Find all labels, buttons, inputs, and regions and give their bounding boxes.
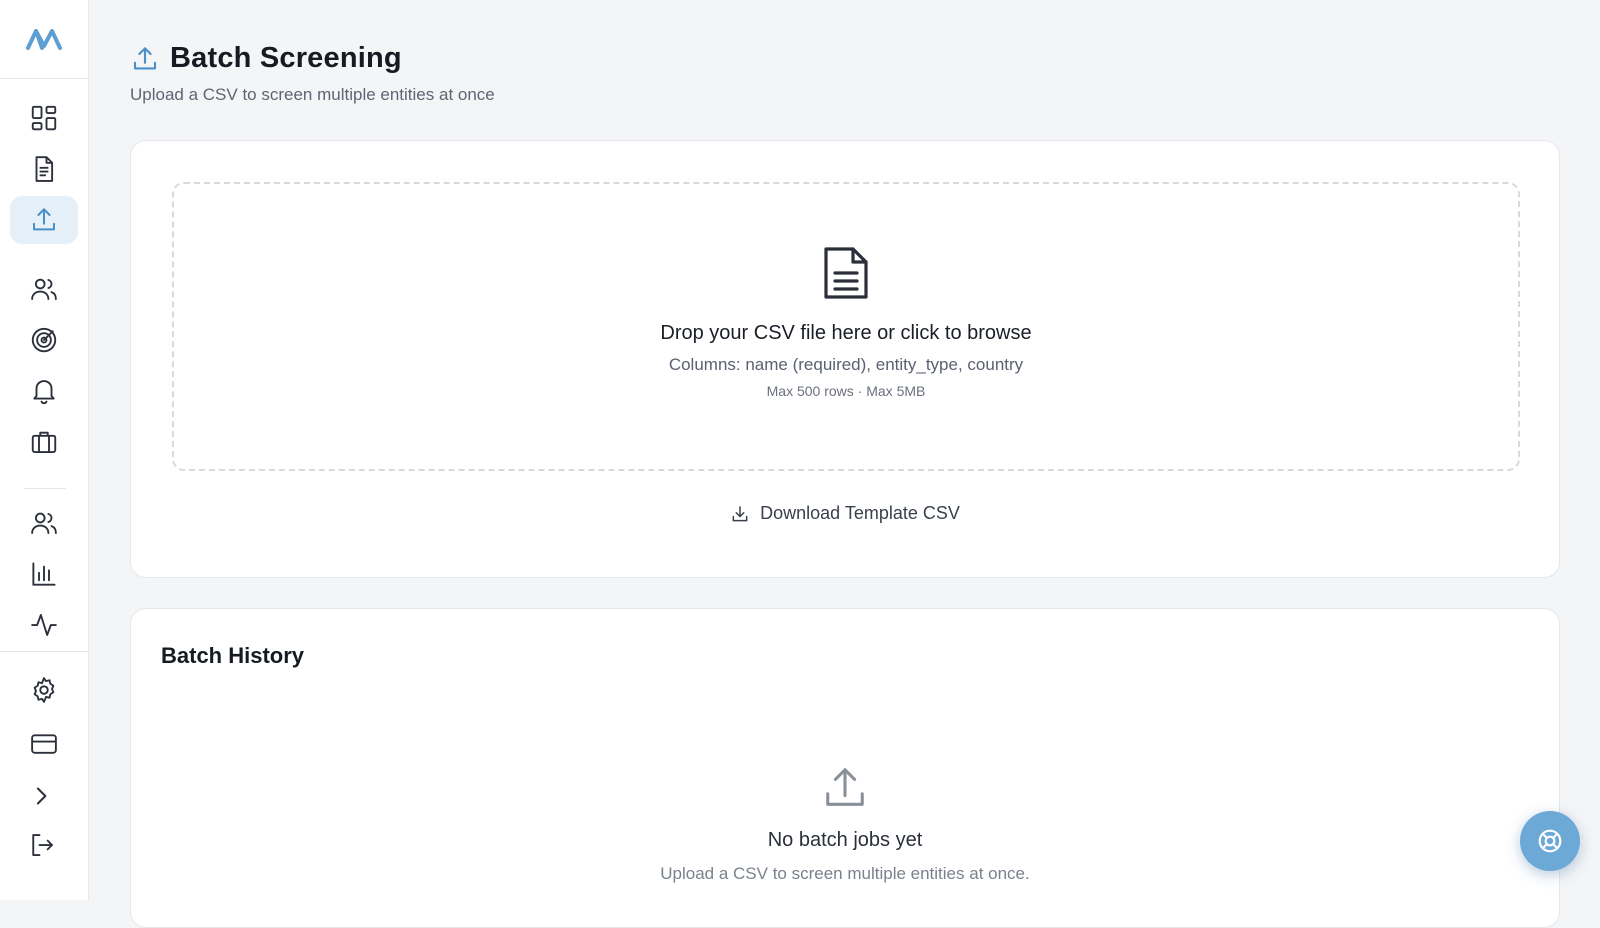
team-icon (31, 512, 57, 534)
chevron-right-icon (36, 787, 47, 805)
dropzone-limits-hint: Max 500 rows · Max 5MB (766, 383, 926, 399)
empty-state: No batch jobs yet Upload a CSV to screen… (131, 765, 1559, 884)
page-title: Batch Screening (170, 42, 402, 74)
sidebar-divider (24, 488, 66, 489)
bar-chart-icon (32, 562, 56, 586)
sidebar-item-cases[interactable] (10, 418, 78, 466)
sidebar-item-activity[interactable] (10, 601, 78, 649)
download-template-button[interactable]: Download Template CSV (131, 503, 1559, 524)
gear-icon (33, 677, 55, 703)
logout-icon (32, 834, 53, 856)
sidebar-item-alerts[interactable] (10, 367, 78, 415)
users-icon (31, 278, 57, 300)
upload-icon (133, 46, 157, 69)
sidebar-item-monitoring[interactable] (10, 316, 78, 364)
upload-icon (826, 768, 864, 806)
batch-history-title: Batch History (161, 643, 305, 668)
main-content: Batch Screening Upload a CSV to screen m… (89, 0, 1600, 928)
radar-icon (31, 327, 57, 353)
document-icon (35, 156, 54, 182)
brand-logo[interactable] (0, 0, 88, 79)
sidebar-item-settings[interactable] (10, 666, 78, 714)
sidebar-logout-button[interactable] (10, 821, 78, 869)
dropzone-columns-hint: Columns: name (required), entity_type, c… (668, 355, 1024, 374)
sidebar-item-analytics[interactable] (10, 550, 78, 598)
help-button[interactable] (1520, 811, 1580, 871)
file-icon (824, 247, 868, 299)
csv-dropzone[interactable]: Drop your CSV file here or click to brow… (172, 182, 1520, 471)
credit-card-icon (31, 734, 57, 754)
page-header: Batch Screening Upload a CSV to screen m… (130, 42, 495, 105)
sidebar-expand-button[interactable] (10, 772, 78, 820)
empty-state-description: Upload a CSV to screen multiple entities… (660, 864, 1030, 883)
upload-card: Drop your CSV file here or click to brow… (130, 140, 1560, 578)
sidebar-item-billing[interactable] (10, 720, 78, 768)
dropzone-title: Drop your CSV file here or click to brow… (660, 322, 1032, 344)
dashboard-grid-icon (31, 105, 57, 131)
empty-state-title: No batch jobs yet (767, 829, 923, 851)
sidebar (0, 0, 89, 900)
sidebar-item-entities[interactable] (10, 265, 78, 313)
sidebar-item-dashboard[interactable] (10, 94, 78, 142)
sidebar-divider (0, 651, 88, 652)
batch-history-card: Batch History No batch jobs yet Upload a… (130, 608, 1560, 928)
sidebar-item-reports[interactable] (10, 145, 78, 193)
download-icon (732, 505, 748, 521)
sidebar-item-team[interactable] (10, 499, 78, 547)
activity-icon (31, 614, 57, 636)
logo-mark-icon (26, 29, 62, 50)
lifebuoy-icon (1538, 829, 1562, 853)
upload-icon (33, 208, 55, 231)
sidebar-item-batch-screening[interactable] (10, 196, 78, 244)
briefcase-icon (31, 431, 57, 453)
page-subtitle: Upload a CSV to screen multiple entities… (130, 85, 495, 104)
download-template-label: Download Template CSV (760, 503, 960, 523)
bell-icon (33, 380, 55, 405)
